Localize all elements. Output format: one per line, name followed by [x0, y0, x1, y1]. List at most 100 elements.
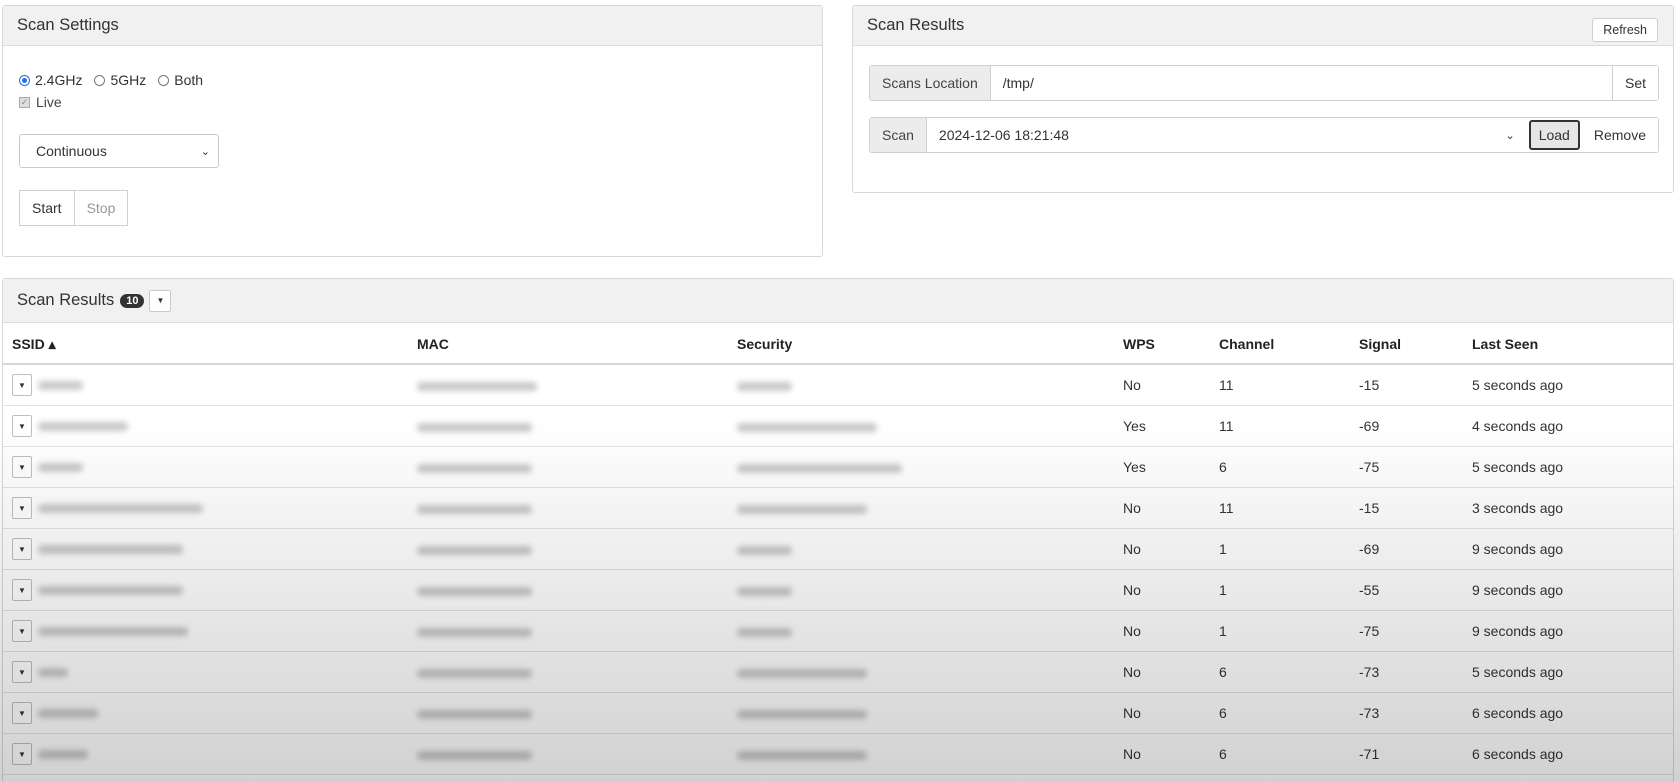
radio-icon[interactable]	[94, 74, 106, 86]
expand-row-icon[interactable]: ▼	[12, 538, 32, 560]
redacted-ssid	[38, 421, 128, 431]
expand-row-icon[interactable]: ▼	[12, 702, 32, 724]
expand-row-icon[interactable]: ▼	[12, 743, 32, 765]
cell-last-seen: 6 seconds ago	[1463, 733, 1673, 775]
cell-channel: 1	[1210, 610, 1350, 652]
cell-channel: 11	[1210, 364, 1350, 406]
cell-signal: -73	[1350, 651, 1463, 693]
set-button[interactable]: Set	[1611, 66, 1658, 100]
scan-mode-select[interactable]: Continuous ⌄	[19, 134, 219, 168]
cell-signal: -71	[1350, 733, 1463, 775]
col-wps[interactable]: WPS	[1114, 325, 1210, 365]
table-row[interactable]: ▼ No 6 -71 6 seconds ago	[3, 733, 1673, 775]
cell-signal: -75	[1350, 446, 1463, 488]
table-row[interactable]: ▼ No 6 -73 5 seconds ago	[3, 651, 1673, 693]
cell-mac	[408, 651, 728, 693]
cell-wps: No	[1114, 528, 1210, 570]
cell-signal: -15	[1350, 487, 1463, 529]
redacted-security	[737, 504, 867, 514]
table-row[interactable]: ▼ No 1 -75 9 seconds ago	[3, 610, 1673, 652]
col-mac[interactable]: MAC	[408, 325, 728, 365]
scan-settings-title: Scan Settings	[17, 16, 119, 34]
col-signal[interactable]: Signal	[1350, 325, 1463, 365]
band-label: 2.4GHz	[35, 72, 83, 88]
cell-last-seen: 9 seconds ago	[1463, 528, 1673, 570]
load-button[interactable]: Load	[1528, 120, 1580, 150]
live-label: Live	[36, 94, 62, 110]
cell-channel: 6	[1210, 446, 1350, 488]
cell-last-seen: 9 seconds ago	[1463, 610, 1673, 652]
col-last-seen[interactable]: Last Seen	[1463, 325, 1673, 365]
chevron-down-icon: ⌄	[200, 145, 210, 158]
band-radio-5ghz[interactable]: 5GHz	[94, 72, 146, 88]
expand-row-icon[interactable]: ▼	[12, 415, 32, 437]
expand-row-icon[interactable]: ▼	[12, 497, 32, 519]
scan-select[interactable]: 2024-12-06 18:21:48 ⌄	[927, 118, 1527, 152]
cell-signal: -55	[1350, 569, 1463, 611]
start-button[interactable]: Start	[19, 190, 75, 226]
table-row[interactable]: ▼ Yes 11 -69 4 seconds ago	[3, 405, 1673, 447]
band-radio-2-4ghz[interactable]: 2.4GHz	[19, 72, 82, 88]
scans-location-group: Scans Location /tmp/ Set	[869, 65, 1659, 101]
col-channel[interactable]: Channel	[1210, 325, 1350, 365]
table-row[interactable]: ▼ No 1 -69 9 seconds ago	[3, 528, 1673, 570]
table-row[interactable]: ▼ No 1 -55 9 seconds ago	[3, 569, 1673, 611]
remove-button[interactable]: Remove	[1581, 118, 1658, 152]
redacted-ssid	[38, 708, 98, 718]
live-checkbox[interactable]: ✓ Live	[19, 94, 62, 110]
band-label: Both	[174, 72, 204, 88]
cell-security	[728, 446, 1114, 488]
expand-row-icon[interactable]: ▼	[12, 661, 32, 683]
cell-wps: No	[1114, 487, 1210, 529]
columns-dropdown-button[interactable]: ▼	[149, 289, 172, 312]
redacted-security	[737, 381, 792, 391]
cell-wps: Yes	[1114, 446, 1210, 488]
table-row[interactable]: ▼ No 11 -15 5 seconds ago	[3, 364, 1673, 406]
refresh-button[interactable]: Refresh	[1592, 18, 1658, 42]
stop-button[interactable]: Stop	[74, 190, 129, 226]
cell-security	[728, 733, 1114, 775]
cell-ssid: ▼	[3, 446, 408, 488]
redacted-security	[737, 545, 792, 555]
redacted-mac	[417, 586, 532, 596]
cell-ssid: ▼	[3, 569, 408, 611]
table-row[interactable]: ▼ No 11 -15 3 seconds ago	[3, 487, 1673, 529]
table-row[interactable]: ▼ Yes 6 -75 5 seconds ago	[3, 446, 1673, 488]
redacted-mac	[417, 545, 532, 555]
cell-security	[728, 364, 1114, 406]
cell-ssid: ▼	[3, 405, 408, 447]
result-count-badge: 10	[120, 293, 145, 308]
col-security[interactable]: Security	[728, 325, 1114, 365]
redacted-ssid	[38, 667, 68, 677]
cell-ssid: ▼	[3, 733, 408, 775]
cell-ssid: ▼	[3, 610, 408, 652]
band-label: 5GHz	[110, 72, 147, 88]
band-radio-both[interactable]: Both	[158, 72, 203, 88]
col-ssid[interactable]: SSID ▴	[3, 325, 408, 365]
cell-ssid: ▼	[3, 528, 408, 570]
cell-mac	[408, 733, 728, 775]
cell-last-seen: 5 seconds ago	[1463, 651, 1673, 693]
expand-row-icon[interactable]: ▼	[12, 374, 32, 396]
cell-wps: No	[1114, 569, 1210, 611]
cell-mac	[408, 405, 728, 447]
expand-row-icon[interactable]: ▼	[12, 620, 32, 642]
cell-channel: 11	[1210, 487, 1350, 529]
cell-wps: No	[1114, 651, 1210, 693]
redacted-mac	[417, 381, 537, 391]
chevron-down-icon: ⌄	[1505, 129, 1515, 142]
table-row[interactable]: ▼ No 6 -73 6 seconds ago	[3, 692, 1673, 734]
redacted-security	[737, 750, 867, 760]
checkbox-checked-icon[interactable]: ✓	[19, 96, 30, 108]
radio-checked-icon[interactable]	[19, 74, 30, 86]
cell-signal: -73	[1350, 692, 1463, 734]
cell-channel: 6	[1210, 651, 1350, 693]
cell-last-seen: 3 seconds ago	[1463, 487, 1673, 529]
scan-label: Scan	[870, 118, 927, 152]
cell-signal: -69	[1350, 528, 1463, 570]
scans-location-input[interactable]: /tmp/	[991, 66, 1612, 100]
expand-row-icon[interactable]: ▼	[12, 579, 32, 601]
scan-settings-header: Scan Settings	[3, 6, 822, 46]
expand-row-icon[interactable]: ▼	[12, 456, 32, 478]
radio-icon[interactable]	[158, 74, 170, 86]
